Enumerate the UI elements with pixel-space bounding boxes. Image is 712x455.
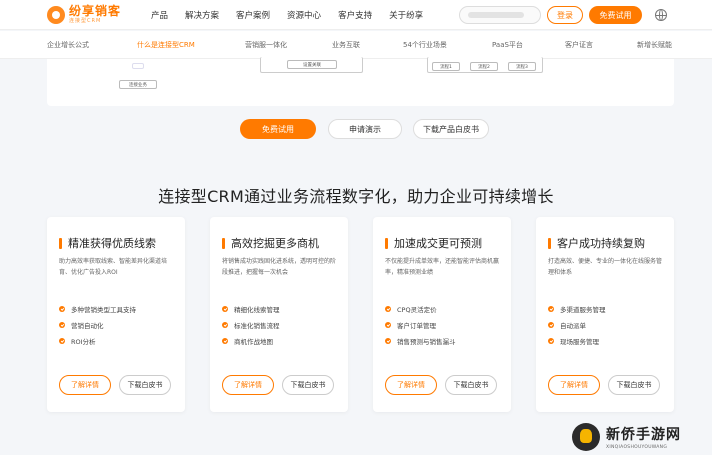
check-icon xyxy=(385,306,391,312)
logo-icon xyxy=(47,5,65,24)
feature-item: 现场服务管理 xyxy=(548,336,599,346)
subnav-item[interactable]: 营销服一体化 xyxy=(245,40,287,50)
diagram-label: 设置关联 xyxy=(287,60,337,69)
feature-item: 商机作战地图 xyxy=(222,336,273,346)
card-title: 加速成交更可预测 xyxy=(385,235,482,251)
brand-logo[interactable]: 纷享销客 连接型CRM xyxy=(47,5,137,24)
subnav-item[interactable]: PaaS平台 xyxy=(492,40,523,50)
learn-more-button[interactable]: 了解详情 xyxy=(548,375,600,395)
check-icon xyxy=(59,338,65,344)
check-icon xyxy=(222,338,228,344)
nav-cases[interactable]: 客户案例 xyxy=(236,9,270,21)
feature-item: 自动派单 xyxy=(548,320,586,330)
request-demo-button[interactable]: 申请演示 xyxy=(328,119,402,139)
diagram-label: 流程3 xyxy=(508,62,536,71)
diagram-label: 连接业务 xyxy=(119,80,157,89)
feature-item: 精细化线索管理 xyxy=(222,304,280,314)
feature-item: 多渠道服务管理 xyxy=(548,304,606,314)
learn-more-button[interactable]: 了解详情 xyxy=(59,375,111,395)
download-whitepaper-button[interactable]: 下载白皮书 xyxy=(119,375,171,395)
diagram-panel: 连接业务 设置关联 流程1 流程2 流程3 xyxy=(47,57,674,106)
diagram-label: 流程1 xyxy=(432,62,460,71)
nav-support[interactable]: 客户支持 xyxy=(338,9,372,21)
free-trial-cta[interactable]: 免费试用 xyxy=(240,119,316,139)
feature-item: 标准化销售流程 xyxy=(222,320,280,330)
card-description: 助力高效率获取线索、智能差异化渠道培育、优化广告投入ROI xyxy=(59,258,168,276)
feature-item: 销售预测与销售漏斗 xyxy=(385,336,456,346)
feature-item: 客户订单管理 xyxy=(385,320,436,330)
nav-solutions[interactable]: 解决方案 xyxy=(185,9,219,21)
subnav-item[interactable]: 54个行业场景 xyxy=(403,40,447,50)
nav-products[interactable]: 产品 xyxy=(151,9,168,21)
free-trial-button[interactable]: 免费试用 xyxy=(589,6,642,24)
feature-item: CPQ灵活定价 xyxy=(385,304,437,314)
subnav-item[interactable]: 业务互联 xyxy=(332,40,360,50)
card-title: 精准获得优质线索 xyxy=(59,235,156,251)
watermark-logo-icon xyxy=(572,422,600,451)
globe-icon[interactable] xyxy=(655,9,667,21)
card-description: 将销售成功实践固化进系统，透明可控的阶段推进，把握每一次机会 xyxy=(222,258,337,276)
check-icon xyxy=(222,306,228,312)
check-icon xyxy=(548,322,554,328)
subnav-item[interactable]: 新增长赋能 xyxy=(637,40,672,50)
login-button[interactable]: 登录 xyxy=(547,6,583,24)
card-title: 高效挖掘更多商机 xyxy=(222,235,319,251)
check-icon xyxy=(222,322,228,328)
feature-item: 营销自动化 xyxy=(59,320,104,330)
check-icon xyxy=(59,322,65,328)
subnav-item[interactable]: 客户证言 xyxy=(565,40,593,50)
download-whitepaper-button[interactable]: 下载产品白皮书 xyxy=(413,119,489,139)
learn-more-button[interactable]: 了解详情 xyxy=(222,375,274,395)
sub-navbar: 企业增长公式 什么是连接型CRM 营销服一体化 业务互联 54个行业场景 Paa… xyxy=(0,31,712,59)
download-whitepaper-button[interactable]: 下载白皮书 xyxy=(445,375,497,395)
check-icon xyxy=(548,338,554,344)
card-description: 不仅能提升成单效率，还能智能评估商机赢率，精准预测业绩 xyxy=(385,258,500,276)
feature-item: 多种营销类型工具支持 xyxy=(59,304,136,314)
check-icon xyxy=(385,338,391,344)
feature-item: ROI分析 xyxy=(59,336,96,346)
check-icon xyxy=(59,306,65,312)
feature-card: 高效挖掘更多商机 将销售成功实践固化进系统，透明可控的阶段推进，把握每一次机会 … xyxy=(210,217,348,412)
watermark: 新侨手游网 XINQIAOSHOUYOUWANG xyxy=(572,418,712,455)
feature-card: 精准获得优质线索 助力高效率获取线索、智能差异化渠道培育、优化广告投入ROI 多… xyxy=(47,217,185,412)
feature-card: 加速成交更可预测 不仅能提升成单效率，还能智能评估商机赢率，精准预测业绩 CPQ… xyxy=(373,217,511,412)
learn-more-button[interactable]: 了解详情 xyxy=(385,375,437,395)
top-navbar: 纷享销客 连接型CRM 产品 解决方案 客户案例 资源中心 客户支持 关于纷享 … xyxy=(0,0,712,30)
check-icon xyxy=(385,322,391,328)
check-icon xyxy=(548,306,554,312)
main-nav: 产品 解决方案 客户案例 资源中心 客户支持 关于纷享 xyxy=(151,9,440,21)
subnav-item[interactable]: 企业增长公式 xyxy=(47,40,89,50)
brand-subtitle: 连接型CRM xyxy=(69,18,102,24)
nav-resources[interactable]: 资源中心 xyxy=(287,9,321,21)
card-title: 客户成功持续复购 xyxy=(548,235,645,251)
download-whitepaper-button[interactable]: 下载白皮书 xyxy=(608,375,660,395)
subnav-item-active[interactable]: 什么是连接型CRM xyxy=(137,40,195,50)
search-input[interactable] xyxy=(459,6,541,24)
download-whitepaper-button[interactable]: 下载白皮书 xyxy=(282,375,334,395)
feature-card: 客户成功持续复购 打造高效、便捷、专业的一体化在线服务管理和体系 多渠道服务管理… xyxy=(536,217,674,412)
watermark-title: 新侨手游网 xyxy=(606,426,681,443)
section-headline: 连接型CRM通过业务流程数字化，助力企业可持续增长 xyxy=(158,187,554,206)
search-placeholder-blur xyxy=(468,12,524,18)
nav-about[interactable]: 关于纷享 xyxy=(389,9,423,21)
diagram-node xyxy=(132,63,144,69)
watermark-subtitle: XINQIAOSHOUYOUWANG xyxy=(606,444,668,450)
card-description: 打造高效、便捷、专业的一体化在线服务管理和体系 xyxy=(548,258,663,276)
diagram-label: 流程2 xyxy=(470,62,498,71)
brand-name: 纷享销客 xyxy=(69,4,122,18)
